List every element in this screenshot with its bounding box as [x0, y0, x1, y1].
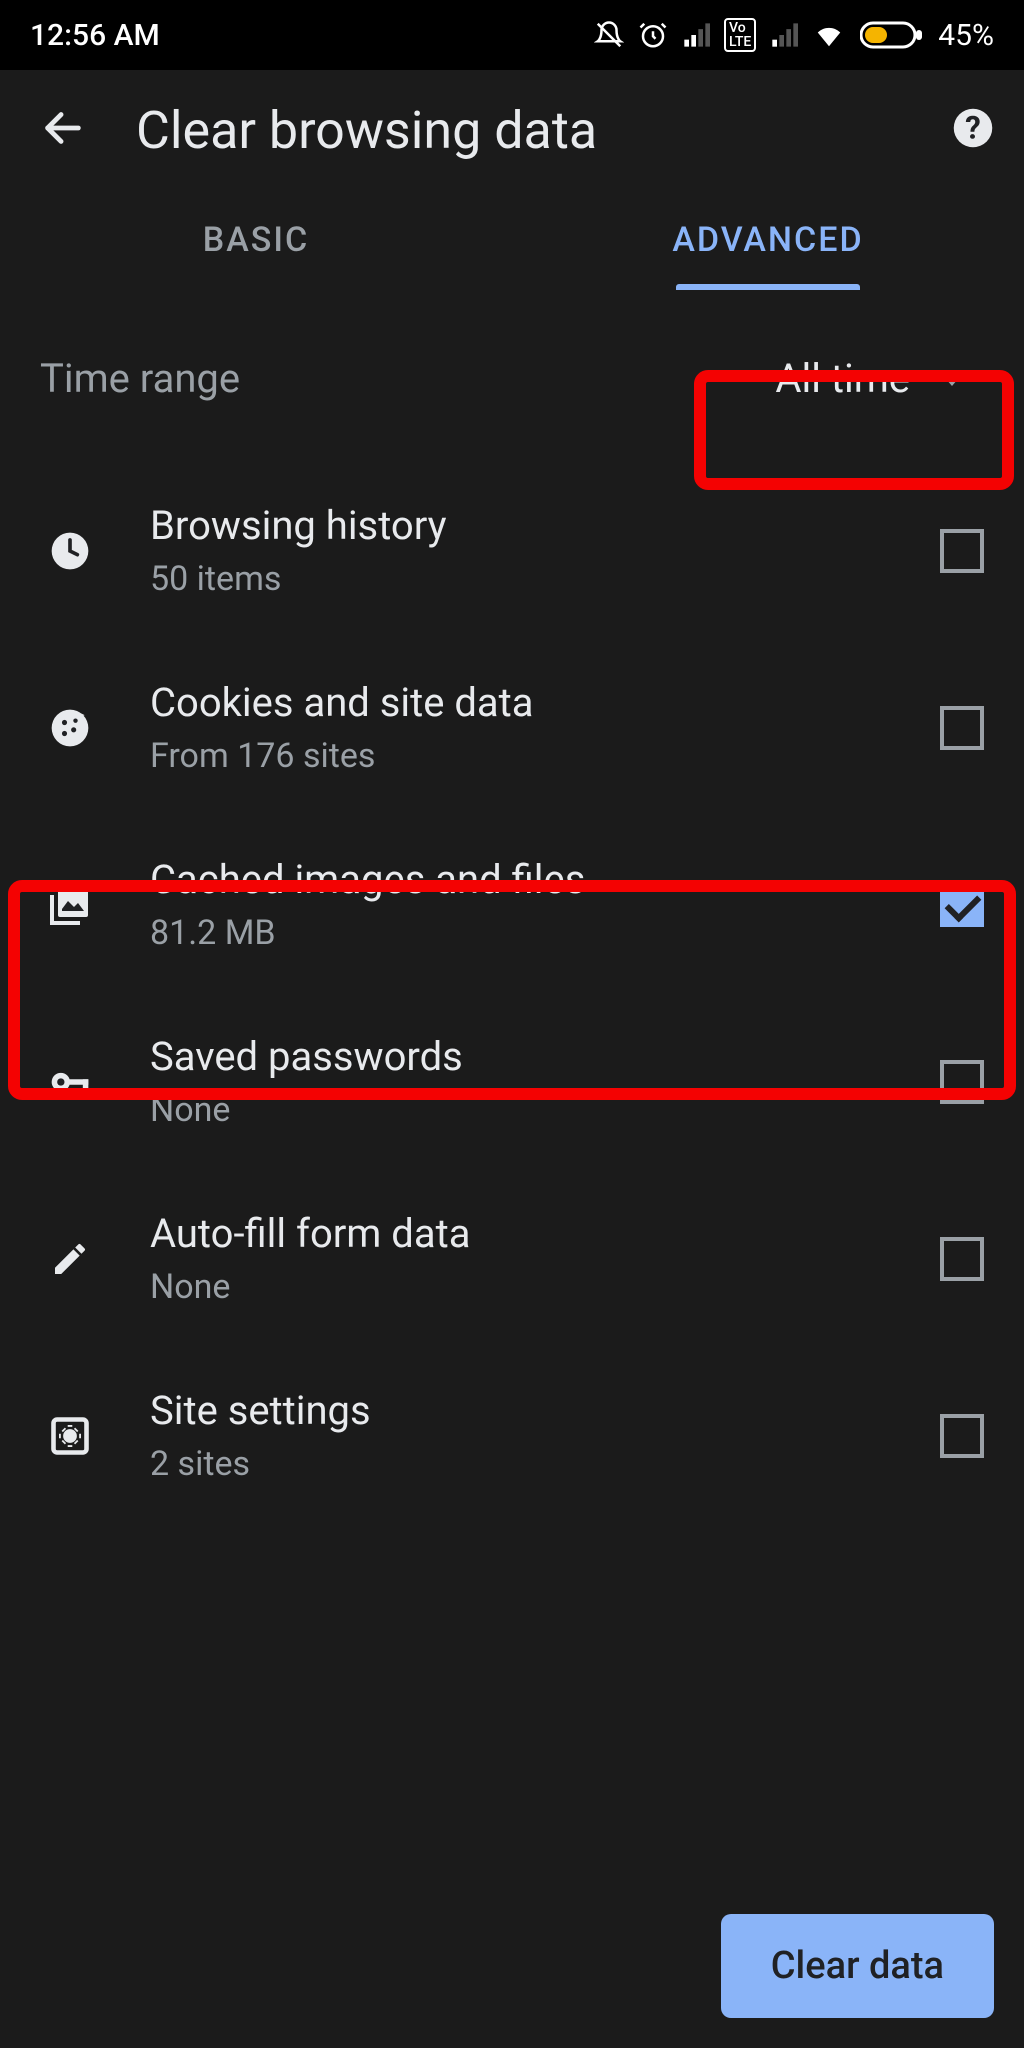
item-sub: None — [150, 1090, 890, 1130]
volte-icon: VoLTE — [724, 18, 756, 52]
checkbox-browsing-history[interactable] — [940, 529, 984, 573]
tab-advanced-label: ADVANCED — [672, 220, 863, 260]
time-range-dropdown[interactable]: All time — [755, 345, 984, 412]
status-time: 12:56 AM — [30, 18, 160, 53]
page-title: Clear browsing data — [136, 100, 902, 161]
item-sub: 2 sites — [150, 1444, 890, 1484]
item-sub: None — [150, 1267, 890, 1307]
item-sub: 50 items — [150, 559, 890, 599]
status-icons-right: VoLTE 45% — [594, 18, 994, 53]
time-range-value: All time — [775, 355, 910, 402]
wifi-icon — [812, 20, 846, 50]
item-sub: 81.2 MB — [150, 913, 890, 953]
signal-1-icon — [682, 21, 710, 49]
tabs: BASIC ADVANCED — [0, 190, 1024, 290]
item-name: Site settings — [150, 1387, 890, 1434]
image-stack-icon — [40, 881, 100, 929]
item-sub: From 176 sites — [150, 736, 890, 776]
battery-icon — [860, 20, 924, 50]
item-name: Cached images and files — [150, 856, 890, 903]
app-header: Clear browsing data ? — [0, 70, 1024, 190]
checkbox-cached-images[interactable] — [940, 883, 984, 927]
item-name: Browsing history — [150, 502, 890, 549]
checkbox-passwords[interactable] — [940, 1060, 984, 1104]
cookie-icon — [40, 706, 100, 750]
time-range-row: Time range All time — [0, 290, 1024, 462]
item-name: Auto-fill form data — [150, 1210, 890, 1257]
mute-icon — [594, 20, 624, 50]
tab-basic-label: BASIC — [203, 220, 309, 260]
time-range-label: Time range — [40, 355, 240, 402]
clear-data-button[interactable]: Clear data — [721, 1914, 994, 2018]
svg-text:?: ? — [965, 110, 981, 147]
help-button[interactable]: ? — [952, 107, 994, 153]
checkbox-autofill[interactable] — [940, 1237, 984, 1281]
item-browsing-history[interactable]: Browsing history 50 items — [0, 462, 1024, 639]
clear-data-label: Clear data — [771, 1944, 944, 1988]
item-passwords[interactable]: Saved passwords None — [0, 993, 1024, 1170]
tab-basic[interactable]: BASIC — [0, 190, 512, 290]
status-bar: 12:56 AM VoLTE 45% — [0, 0, 1024, 70]
alarm-icon — [638, 20, 668, 50]
gear-box-icon — [40, 1414, 100, 1458]
checkbox-site-settings[interactable] — [940, 1414, 984, 1458]
help-icon: ? — [952, 107, 994, 149]
back-button[interactable] — [40, 105, 86, 155]
item-autofill[interactable]: Auto-fill form data None — [0, 1170, 1024, 1347]
tab-advanced[interactable]: ADVANCED — [512, 190, 1024, 290]
item-cached-images[interactable]: Cached images and files 81.2 MB — [0, 816, 1024, 993]
battery-percent: 45% — [938, 18, 994, 53]
item-cookies[interactable]: Cookies and site data From 176 sites — [0, 639, 1024, 816]
item-name: Cookies and site data — [150, 679, 890, 726]
content: Time range All time Browsing history 50 … — [0, 290, 1024, 2048]
checkbox-cookies[interactable] — [940, 706, 984, 750]
item-site-settings[interactable]: Site settings 2 sites — [0, 1347, 1024, 1524]
signal-2-icon — [770, 21, 798, 49]
item-name: Saved passwords — [150, 1033, 890, 1080]
chevron-down-icon — [940, 372, 964, 386]
action-bar: Clear data — [0, 1884, 1024, 2048]
back-arrow-icon — [40, 105, 86, 151]
clock-icon — [40, 529, 100, 573]
pencil-icon — [40, 1239, 100, 1279]
key-icon — [40, 1060, 100, 1104]
